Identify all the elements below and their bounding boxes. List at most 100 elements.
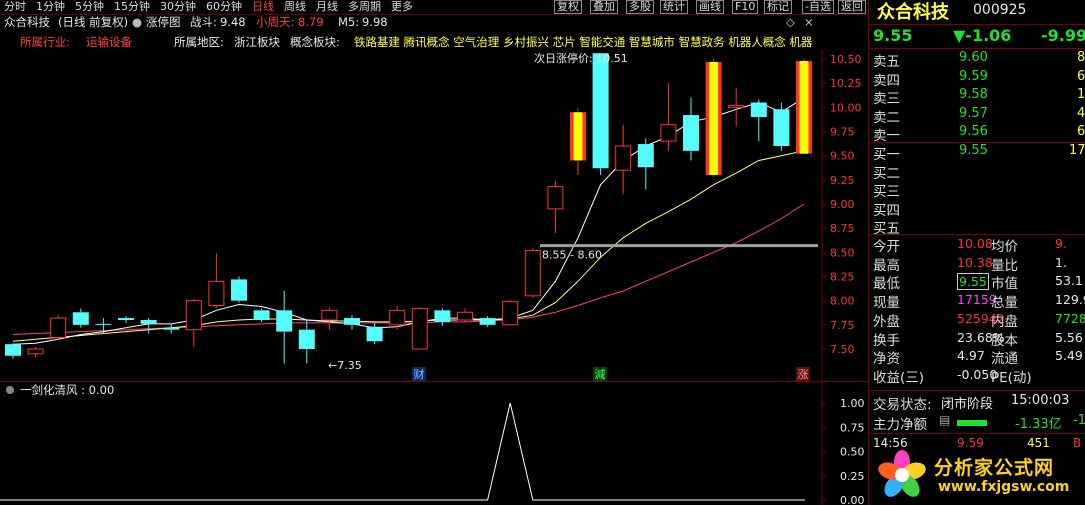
candle[interactable] [411, 307, 428, 350]
candle[interactable] [321, 307, 338, 330]
candle[interactable] [118, 316, 134, 323]
divider-2 [869, 48, 1085, 49]
trade-status-label: 交易状态: [873, 397, 932, 413]
price-tick-label: 9.50 [830, 150, 855, 163]
price-tick-label: 10.50 [830, 53, 862, 66]
divider-6 [869, 433, 1085, 434]
candle[interactable] [208, 253, 225, 309]
candle[interactable] [253, 308, 270, 322]
toolbar-button-4[interactable]: 画线 [696, 0, 724, 14]
candle[interactable] [163, 323, 180, 334]
candle[interactable] [434, 308, 451, 326]
sell-label-1: 卖一 [873, 128, 900, 144]
indicator-dropdown-icon[interactable] [6, 386, 14, 394]
menu-item-9[interactable]: 多周期 [348, 0, 381, 13]
candle[interactable] [344, 315, 360, 330]
candle[interactable] [50, 315, 67, 340]
price-tick-label: 7.75 [830, 319, 855, 332]
price-tick-label: 9.75 [830, 126, 855, 139]
candle[interactable] [5, 343, 21, 359]
toolbar-button-7[interactable]: -自选 [802, 0, 834, 14]
zhandou-label: 战斗: [190, 15, 217, 29]
menu-item-6[interactable]: 日线 [252, 0, 274, 13]
candle[interactable] [140, 318, 157, 334]
ma-long-line [12, 203, 805, 335]
indicator-dropdown-icon[interactable]: ● [132, 15, 142, 30]
marker-zhang[interactable]: 涨 [798, 368, 809, 381]
candle[interactable] [276, 291, 293, 364]
sell-price-5[interactable]: 9.60 [959, 50, 988, 65]
candle[interactable] [750, 99, 767, 142]
close-icon[interactable]: × [804, 15, 814, 30]
candle[interactable] [728, 88, 745, 127]
sell-price-1[interactable]: 9.56 [959, 124, 988, 139]
candle[interactable] [298, 320, 315, 364]
indicator-tick-label: 0.50 [840, 446, 865, 459]
toolbar-button-8[interactable]: 返回 [838, 0, 866, 14]
buy-label-3: 买三 [873, 184, 900, 200]
next-limit-label: 次日涨停价: 10.51 [534, 51, 628, 65]
quote-change: ▼-1.06 [953, 26, 1012, 45]
candle[interactable] [479, 316, 496, 327]
candle[interactable] [683, 97, 699, 161]
marker-cai[interactable]: 财 [414, 367, 425, 381]
sell-vol-4: 6 [1077, 68, 1085, 84]
menu-item-10[interactable]: 更多 [391, 0, 413, 13]
main-flow-value: -1.33亿 [1015, 417, 1062, 432]
candle[interactable] [773, 102, 790, 151]
sell-label-5: 卖五 [873, 54, 900, 70]
region-label: 所属地区: [174, 35, 224, 49]
candle[interactable] [592, 53, 609, 175]
candle[interactable] [72, 308, 89, 328]
candle[interactable] [570, 108, 586, 175]
toolbar-button-5[interactable]: F10 [732, 0, 759, 14]
toolbar-button-2[interactable]: 多股 [626, 0, 654, 14]
candle[interactable] [366, 322, 383, 345]
candle[interactable] [524, 247, 541, 298]
logo-url: www.fxjgsw.com [938, 479, 1070, 495]
main-flow-icon[interactable]: ▤ [939, 413, 950, 427]
sell-price-3[interactable]: 9.58 [959, 87, 988, 102]
toolbar-button-0[interactable]: 复权 [554, 0, 582, 14]
indicator-panel[interactable]: 一剑化清风 : 0.00 1.00 0.75 0.50 0.25 0.00 [0, 382, 868, 505]
quote-stock-code: 000925 [973, 2, 1027, 18]
candle[interactable] [27, 347, 44, 357]
stat-label-4-a: 外盘 [873, 313, 900, 330]
candle[interactable] [796, 59, 812, 155]
toolbar-button-6[interactable]: 标记 [764, 0, 792, 14]
candle[interactable] [231, 276, 247, 303]
candle[interactable] [705, 59, 722, 177]
menu-item-4[interactable]: 30分钟 [160, 0, 196, 13]
sell-price-2[interactable]: 9.57 [959, 106, 988, 121]
menu-item-3[interactable]: 15分钟 [114, 0, 150, 13]
toolbar-button-1[interactable]: 叠加 [590, 0, 618, 14]
kline-chart[interactable]: 10.50 10.25 10.00 9.75 9.50 9.25 9.00 8.75 8.50 8… [0, 50, 868, 382]
buy-price-1[interactable]: 9.55 [959, 143, 988, 158]
zhandou-value: 9.48 [220, 15, 246, 29]
candle[interactable] [547, 180, 564, 233]
menu-item-1[interactable]: 1分钟 [36, 0, 65, 13]
marker-jian[interactable]: 減 [595, 367, 606, 381]
menu-item-0[interactable]: 分时 [4, 0, 26, 13]
diamond-icon[interactable]: ◇ [786, 15, 795, 30]
industry-value: 运输设备 [86, 35, 132, 49]
candle[interactable] [615, 124, 632, 195]
info-bar: 众合科技 (日线 前复权) ● 涨停图 战斗: 9.48 小周天: 8.79 M… [0, 15, 868, 31]
menu-item-7[interactable]: 周线 [284, 0, 306, 13]
toolbar-button-3[interactable]: 统计 [660, 0, 688, 14]
sell-price-4[interactable]: 9.59 [959, 69, 988, 84]
stat-label-3-a: 现量 [873, 295, 900, 312]
candle[interactable] [185, 298, 202, 348]
stat-value-6-a: 4.97 [957, 348, 985, 364]
candle[interactable] [660, 83, 677, 151]
candle[interactable] [457, 308, 473, 322]
candle[interactable] [502, 299, 519, 326]
menu-item-8[interactable]: 月线 [316, 0, 338, 13]
quote-panel: 众合科技 000925 9.55 ▼-1.06 -9.99 卖五 9.60 8 卖四 9.59 6 卖… [868, 0, 1085, 505]
menu-item-5[interactable]: 60分钟 [206, 0, 242, 13]
menu-item-2[interactable]: 5分钟 [75, 0, 104, 13]
main-indicator-name[interactable]: 涨停图 [146, 15, 181, 30]
sell-label-3: 卖三 [873, 91, 900, 107]
candle[interactable] [389, 306, 406, 330]
candle[interactable] [637, 138, 654, 190]
